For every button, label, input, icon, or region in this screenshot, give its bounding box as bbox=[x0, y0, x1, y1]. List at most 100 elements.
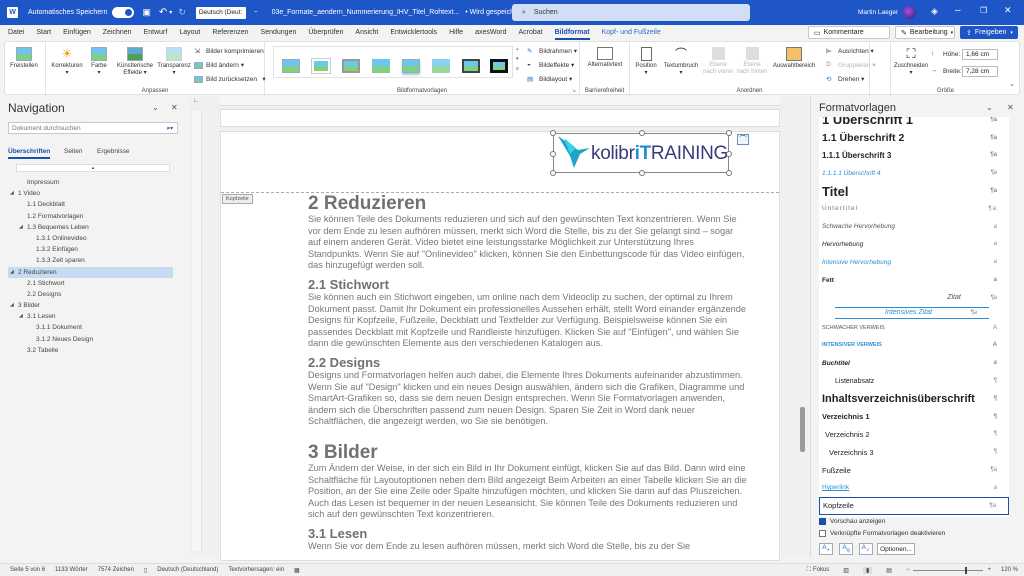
tab-zeichnen[interactable]: Zeichnen bbox=[97, 25, 138, 40]
style-item[interactable]: 1.1 Überschrift 2 ¶a bbox=[819, 129, 1009, 147]
alternativtext-button[interactable]: Alternativtext bbox=[582, 47, 628, 69]
resize-handle[interactable] bbox=[639, 130, 645, 136]
bildrahmen-button[interactable]: ✎ Bildrahmen ▾ bbox=[527, 47, 577, 56]
undo-icon[interactable]: ↶ bbox=[159, 7, 167, 18]
tab-hilfe[interactable]: Hilfe bbox=[443, 25, 469, 40]
zuschneiden-button[interactable]: ⛶ Zuschneiden ▾ bbox=[893, 47, 929, 77]
drehen-button[interactable]: ⟲ Drehen ▾ bbox=[826, 75, 864, 84]
navigation-search-input[interactable]: Dokument durchsuchen ⌕▾ bbox=[8, 122, 178, 134]
heading-1[interactable]: 2 Reduzieren bbox=[308, 193, 748, 214]
korrekturen-button[interactable]: ☀ Korrekturen ▾ bbox=[50, 47, 84, 77]
nav-heading-item[interactable]: ◢ 3 Bilder bbox=[8, 300, 173, 311]
checkbox-unchecked[interactable] bbox=[819, 530, 826, 537]
picture-style-1[interactable] bbox=[280, 57, 302, 75]
style-item[interactable]: 1 Überschrift 1 ¶a bbox=[819, 117, 1009, 129]
heading-2[interactable]: 2.2 Designs bbox=[308, 355, 748, 370]
width-input[interactable]: 7,28 cm bbox=[962, 66, 998, 77]
gallery-scroll-up[interactable]: ▴ bbox=[516, 46, 519, 52]
autosave-toggle[interactable] bbox=[112, 7, 135, 18]
dialog-launcher-icon[interactable]: ↘ bbox=[572, 88, 576, 94]
close-pane-icon[interactable]: ✕ bbox=[1007, 103, 1014, 112]
page-count[interactable]: Seite 5 von 6 bbox=[10, 567, 45, 573]
position-button[interactable]: Position ▾ bbox=[632, 47, 660, 77]
nav-heading-item[interactable]: 1.3.2 Einfügen bbox=[8, 244, 173, 255]
undo-dropdown-icon[interactable]: ▾ bbox=[169, 9, 172, 16]
style-item[interactable]: Verzeichnis 2 ¶ bbox=[819, 426, 1009, 444]
body-paragraph[interactable]: Sie können Teile des Dokuments reduziere… bbox=[308, 214, 748, 272]
style-item[interactable]: Untertitel ¶a bbox=[819, 200, 1009, 218]
style-item[interactable]: Verzeichnis 1 ¶ bbox=[819, 408, 1009, 426]
style-item[interactable]: Verzeichnis 3 ¶ bbox=[819, 443, 1009, 461]
avatar[interactable] bbox=[903, 6, 916, 19]
transparenz-button[interactable]: Transparenz ▾ bbox=[156, 47, 192, 77]
tab-sendungen[interactable]: Sendungen bbox=[255, 25, 303, 40]
nav-heading-item[interactable]: ◢ 3.1 Lesen bbox=[8, 311, 173, 322]
char-count[interactable]: 7574 Zeichen bbox=[98, 567, 134, 573]
header-logo-image[interactable]: kolibriTRAINING bbox=[550, 130, 732, 176]
pane-options-icon[interactable]: ⌄ bbox=[986, 103, 993, 112]
bildlayout-button[interactable]: ▤ Bildlayout ▾ bbox=[527, 75, 572, 84]
bildeffekte-button[interactable]: ◒ Bildeffekte ▾ bbox=[527, 61, 574, 69]
nav-heading-item[interactable]: 3.1.1 Dokument bbox=[8, 322, 173, 333]
zoom-out-button[interactable]: − bbox=[906, 567, 910, 573]
word-count[interactable]: 1133 Wörter bbox=[55, 567, 88, 573]
proofing-icon[interactable]: ▯ bbox=[144, 567, 147, 574]
expand-collapse-icon[interactable]: ◢ bbox=[19, 311, 23, 322]
resize-handle[interactable] bbox=[550, 170, 556, 176]
tab-ansicht[interactable]: Ansicht bbox=[349, 25, 384, 40]
document-body[interactable]: 2 Reduzieren Sie können Teile des Dokumen… bbox=[308, 193, 748, 552]
zoom-level[interactable]: 120 % bbox=[1001, 567, 1018, 573]
picture-style-5[interactable] bbox=[400, 57, 422, 75]
style-item[interactable]: Hervorhebung a bbox=[819, 236, 1009, 254]
zoom-in-button[interactable]: + bbox=[987, 567, 991, 573]
bild-aendern-button[interactable]: Bild ändern ▾ bbox=[194, 61, 244, 69]
ebene-nach-hinten-button[interactable]: Ebene nach hinten bbox=[736, 47, 768, 76]
layout-options-icon[interactable]: ⌒ bbox=[737, 134, 749, 145]
expand-collapse-icon[interactable]: ◢ bbox=[10, 300, 14, 311]
redo-icon[interactable]: ↻ bbox=[178, 7, 186, 18]
body-paragraph[interactable]: Wenn Sie vor dem Ende zu lesen aufhören … bbox=[308, 541, 748, 553]
nav-heading-item[interactable]: 1.2 Formatvorlagen bbox=[8, 211, 173, 222]
vertical-scrollbar[interactable] bbox=[800, 407, 805, 452]
nav-heading-item[interactable]: 1.1 Deckblatt bbox=[8, 199, 173, 210]
language-select[interactable]: Deutsch (Deut: bbox=[195, 6, 246, 19]
web-layout-icon[interactable]: ▤ bbox=[886, 567, 892, 574]
tab-einfuegen[interactable]: Einfügen bbox=[57, 25, 97, 40]
style-item[interactable]: Intensiver Verweis a bbox=[819, 337, 1009, 355]
expand-collapse-icon[interactable]: ◢ bbox=[10, 267, 14, 278]
heading-1[interactable]: 3 Bilder bbox=[308, 442, 748, 463]
style-item[interactable]: Intensives Zitat ¶a bbox=[835, 306, 989, 319]
ebene-nach-vorne-button[interactable]: Ebene nach vorne bbox=[702, 47, 734, 76]
bilder-komprimieren-button[interactable]: ⇲ Bilder komprimieren bbox=[194, 47, 264, 56]
collapse-all-bar[interactable]: ▴ bbox=[16, 164, 170, 172]
body-paragraph[interactable]: Sie können auch ein Stichwort eingeben, … bbox=[308, 292, 748, 350]
style-item[interactable]: Kopfzeile ¶a bbox=[819, 496, 1009, 515]
horizontal-ruler[interactable] bbox=[220, 97, 780, 106]
nav-heading-item[interactable]: 2.2 Designs bbox=[8, 289, 173, 300]
editing-button[interactable]: ✎ Bearbeitung ▾ bbox=[895, 26, 955, 39]
auswahlbereich-button[interactable]: Auswahlbereich bbox=[770, 47, 818, 70]
accessibility-icon[interactable]: ▦ bbox=[294, 567, 300, 574]
checkbox-checked[interactable] bbox=[819, 518, 826, 525]
search-icon[interactable]: ⌕▾ bbox=[167, 123, 173, 134]
resize-handle[interactable] bbox=[550, 130, 556, 136]
zoom-slider[interactable] bbox=[913, 566, 984, 574]
style-inspector-button[interactable]: Aq bbox=[839, 543, 853, 555]
picture-style-2[interactable] bbox=[310, 57, 332, 75]
farbe-button[interactable]: Farbe ▾ bbox=[88, 47, 110, 77]
style-item[interactable]: Inhaltsverzeichnisüberschrift ¶ bbox=[819, 390, 1009, 408]
style-item[interactable]: Hyperlink a bbox=[819, 479, 1009, 497]
body-paragraph[interactable]: Designs und Formatvorlagen helfen auch d… bbox=[308, 370, 748, 428]
tab-start[interactable]: Start bbox=[30, 25, 57, 40]
tab-entwurf[interactable]: Entwurf bbox=[138, 25, 174, 40]
tab-selector-icon[interactable]: ∟ bbox=[193, 98, 199, 104]
picture-style-4[interactable] bbox=[370, 57, 392, 75]
style-item[interactable]: Fett a bbox=[819, 271, 1009, 289]
focus-button[interactable]: Fokus bbox=[813, 567, 829, 573]
resize-handle[interactable] bbox=[550, 151, 556, 157]
close-pane-icon[interactable]: ✕ bbox=[171, 103, 178, 112]
gruppieren-button[interactable]: ⧉ Gruppieren ▾ bbox=[826, 61, 876, 69]
nav-heading-item[interactable]: 3.2 Tabelle bbox=[8, 345, 173, 356]
restore-icon[interactable]: ❐ bbox=[980, 6, 987, 15]
resize-handle[interactable] bbox=[726, 130, 732, 136]
